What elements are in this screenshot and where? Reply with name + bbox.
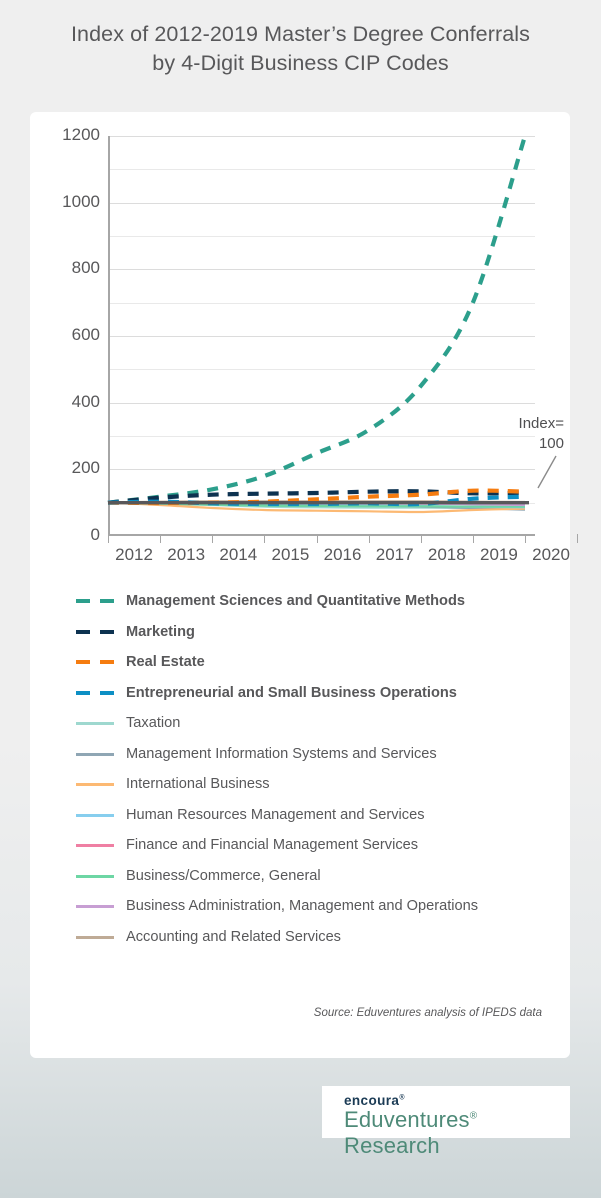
legend-item-5[interactable]: Management Information Systems and Servi…: [76, 739, 576, 770]
legend-item-label: Real Estate: [126, 654, 205, 671]
x-tick-2014: 2014: [219, 545, 258, 564]
page-title-line-1: Index of 2012-2019 Master’s Degree Confe…: [70, 22, 531, 46]
chart-series-lines: [107, 135, 529, 514]
legend-item-label: Finance and Financial Management Service…: [126, 837, 419, 854]
footer-logo: encoura® Eduventures® Research: [322, 1086, 570, 1158]
page-title: Index of 2012-2019 Master’s Degree Confe…: [0, 20, 601, 78]
legend-swatch-icon: [76, 686, 114, 700]
x-tick-2018: 2018: [427, 545, 466, 564]
legend-swatch-icon: [76, 930, 114, 944]
chart-legend: Management Sciences and Quantitative Met…: [76, 586, 576, 952]
legend-item-3[interactable]: Entrepreneurial and Small Business Opera…: [76, 678, 576, 709]
y-tick-600: 600: [71, 325, 100, 344]
legend-item-2[interactable]: Real Estate: [76, 647, 576, 678]
legend-item-label: Business Administration, Management and …: [126, 898, 479, 915]
legend-swatch-icon: [76, 777, 114, 791]
legend-item-6[interactable]: International Business: [76, 769, 576, 800]
x-tick-2015: 2015: [271, 545, 310, 564]
legend-swatch-icon: [76, 655, 114, 669]
annotation-leader-line: [537, 455, 557, 489]
legend-item-1[interactable]: Marketing: [76, 617, 576, 648]
annotation-line-1: Index=: [518, 415, 564, 432]
legend-item-label: Accounting and Related Services: [126, 928, 341, 945]
legend-item-label: Taxation: [126, 715, 181, 732]
legend-item-label: Entrepreneurial and Small Business Opera…: [126, 684, 457, 701]
x-tick-2012: 2012: [115, 545, 153, 564]
legend-item-9[interactable]: Business/Commerce, General: [76, 861, 576, 892]
legend-item-7[interactable]: Human Resources Management and Services: [76, 800, 576, 831]
legend-item-4[interactable]: Taxation: [76, 708, 576, 739]
page-title-line-2: by 4-Digit Business CIP Codes: [152, 51, 449, 75]
legend-item-8[interactable]: Finance and Financial Management Service…: [76, 830, 576, 861]
x-tick-2019: 2019: [480, 545, 518, 564]
legend-swatch-icon: [76, 716, 114, 730]
annotation-line-2: 100: [538, 435, 564, 452]
legend-swatch-icon: [76, 838, 114, 852]
legend-item-label: Marketing: [126, 623, 195, 640]
legend-item-10[interactable]: Business Administration, Management and …: [76, 891, 576, 922]
legend-item-label: International Business: [126, 776, 270, 793]
y-tick-400: 400: [71, 391, 100, 411]
legend-swatch-icon: [76, 747, 114, 761]
legend-item-0[interactable]: Management Sciences and Quantitative Met…: [76, 586, 576, 617]
x-tick-2016: 2016: [323, 545, 362, 564]
legend-item-11[interactable]: Accounting and Related Services: [76, 922, 576, 953]
legend-item-label: Business/Commerce, General: [126, 867, 321, 884]
x-tick-mark-9: [577, 534, 579, 543]
index-reference-annotation: Index= 100: [478, 414, 564, 489]
legend-item-label: Management Sciences and Quantitative Met…: [126, 593, 465, 610]
source-attribution: Source: Eduventures analysis of IPEDS da…: [313, 1007, 542, 1019]
encoura-logo-text: encoura®: [344, 1093, 405, 1108]
y-tick-200: 200: [71, 458, 100, 478]
x-tick-2013: 2013: [167, 545, 206, 564]
y-tick-1000: 1000: [62, 191, 100, 211]
chart-plot-area: [107, 135, 533, 532]
legend-item-label: Management Information Systems and Servi…: [126, 745, 437, 762]
x-tick-2020: 2020: [532, 545, 570, 564]
legend-swatch-icon: [76, 869, 114, 883]
series-line: [107, 135, 528, 505]
legend-swatch-icon: [76, 808, 114, 822]
legend-swatch-icon: [76, 899, 114, 913]
y-tick-800: 800: [71, 258, 100, 278]
legend-item-label: Human Resources Management and Services: [126, 806, 425, 823]
legend-swatch-icon: [76, 625, 114, 639]
x-tick-2017: 2017: [375, 545, 414, 564]
y-tick-0: 0: [90, 525, 100, 544]
y-tick-1200: 1200: [62, 125, 100, 144]
legend-swatch-icon: [76, 594, 114, 608]
eduventures-research-logo-text: Eduventures® Research: [344, 1107, 478, 1158]
chart-card: 0 200 400 600 800 1000 1200 2012 2013 2014 2015 20…: [30, 112, 579, 1058]
y-axis-tick-labels: 0 200 400 600 800 1000 1200: [30, 125, 100, 544]
